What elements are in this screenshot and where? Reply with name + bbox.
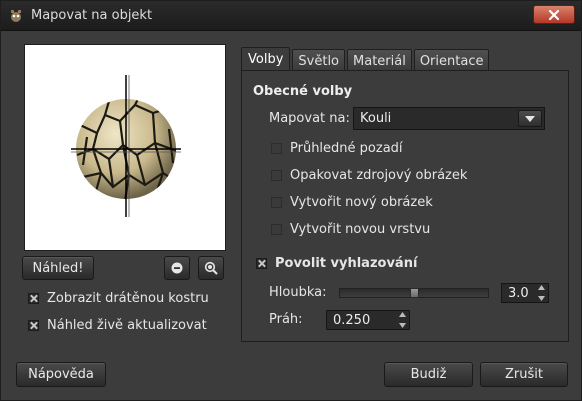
depth-spin-arrows[interactable] <box>537 285 546 301</box>
wireframe-label: Zobrazit drátěnou kostru <box>47 291 209 306</box>
preview-area[interactable] <box>24 44 226 251</box>
ok-button-label: Budiž <box>410 367 447 382</box>
preview-button-label: Náhled! <box>32 260 84 276</box>
window-title: Mapovat na objekt <box>31 8 153 23</box>
zoom-out-icon <box>171 262 183 274</box>
dialog-window: Mapovat na objekt Náhled! Zobrazit drátě… <box>0 0 582 401</box>
transparent-background-option[interactable]: Průhledné pozadí <box>271 141 403 156</box>
tab-material[interactable]: Materiál <box>347 49 412 72</box>
threshold-spinbox[interactable]: 0.250 <box>326 310 410 330</box>
tab-bar: Volby Světlo Materiál Orientace <box>241 47 491 72</box>
sphere-preview-image <box>71 75 181 217</box>
close-button[interactable] <box>533 5 575 24</box>
antialiasing-label: Povolit vyhlazování <box>275 256 418 271</box>
tab-orientation[interactable]: Orientace <box>413 49 490 72</box>
chevron-down-icon <box>525 115 535 122</box>
tab-options[interactable]: Volby <box>241 47 291 71</box>
depth-slider[interactable] <box>339 288 489 298</box>
map-to-label: Mapovat na: <box>269 111 350 126</box>
cancel-button[interactable]: Zrušit <box>480 362 568 387</box>
help-button[interactable]: Nápověda <box>16 362 106 387</box>
spin-up-icon <box>399 312 406 317</box>
spin-up-icon <box>538 285 545 290</box>
depth-slider-handle[interactable] <box>410 288 419 298</box>
map-to-dropdown[interactable]: Kouli <box>353 107 545 130</box>
threshold-spin-arrows[interactable] <box>398 312 407 328</box>
cancel-button-label: Zrušit <box>505 367 543 382</box>
title-bar[interactable]: Mapovat na objekt <box>1 1 581 31</box>
antialiasing-option[interactable]: Povolit vyhlazování <box>256 256 417 271</box>
ok-button[interactable]: Budiž <box>384 362 473 387</box>
tile-source-option[interactable]: Opakovat zdrojový obrázek <box>271 168 467 183</box>
new-image-checkbox[interactable] <box>271 197 282 208</box>
transparent-background-checkbox[interactable] <box>271 143 282 154</box>
transparent-background-label: Průhledné pozadí <box>290 141 403 156</box>
threshold-label: Práh: <box>269 312 303 327</box>
new-layer-option[interactable]: Vytvořit novou vrstvu <box>271 222 430 237</box>
new-layer-label: Vytvořit novou vrstvu <box>290 222 431 237</box>
depth-spinbox[interactable]: 3.0 <box>501 283 549 303</box>
help-button-label: Nápověda <box>28 367 94 382</box>
new-image-option[interactable]: Vytvořit nový obrázek <box>271 195 433 210</box>
spin-down-icon <box>399 323 406 328</box>
zoom-fit-icon <box>204 261 218 275</box>
spin-down-icon <box>538 296 545 301</box>
threshold-value: 0.250 <box>333 313 371 328</box>
depth-value: 3.0 <box>508 286 529 301</box>
zoom-out-button[interactable] <box>164 256 190 280</box>
tab-options-label: Volby <box>248 52 284 67</box>
depth-label: Hloubka: <box>269 285 327 300</box>
tab-material-label: Materiál <box>353 53 406 69</box>
zoom-fit-button[interactable] <box>198 256 224 280</box>
gimp-app-icon <box>11 10 21 22</box>
preview-button[interactable]: Náhled! <box>22 256 94 280</box>
tile-source-checkbox[interactable] <box>271 170 282 181</box>
close-icon <box>548 9 560 20</box>
live-preview-option[interactable]: Náhled živě aktualizovat <box>28 318 207 333</box>
antialiasing-checkbox[interactable] <box>256 258 267 269</box>
map-to-value: Kouli <box>360 111 392 126</box>
new-layer-checkbox[interactable] <box>271 224 282 235</box>
live-preview-checkbox[interactable] <box>28 320 39 331</box>
wireframe-checkbox[interactable] <box>28 293 39 304</box>
tile-source-label: Opakovat zdrojový obrázek <box>290 168 468 183</box>
tab-light[interactable]: Světlo <box>292 49 346 72</box>
general-options-heading: Obecné volby <box>253 84 353 99</box>
dropdown-arrow-button[interactable] <box>518 110 542 127</box>
tab-orientation-label: Orientace <box>419 53 484 69</box>
tab-light-label: Světlo <box>298 53 340 69</box>
wireframe-option[interactable]: Zobrazit drátěnou kostru <box>28 291 209 306</box>
live-preview-label: Náhled živě aktualizovat <box>47 318 207 333</box>
new-image-label: Vytvořit nový obrázek <box>290 195 433 210</box>
